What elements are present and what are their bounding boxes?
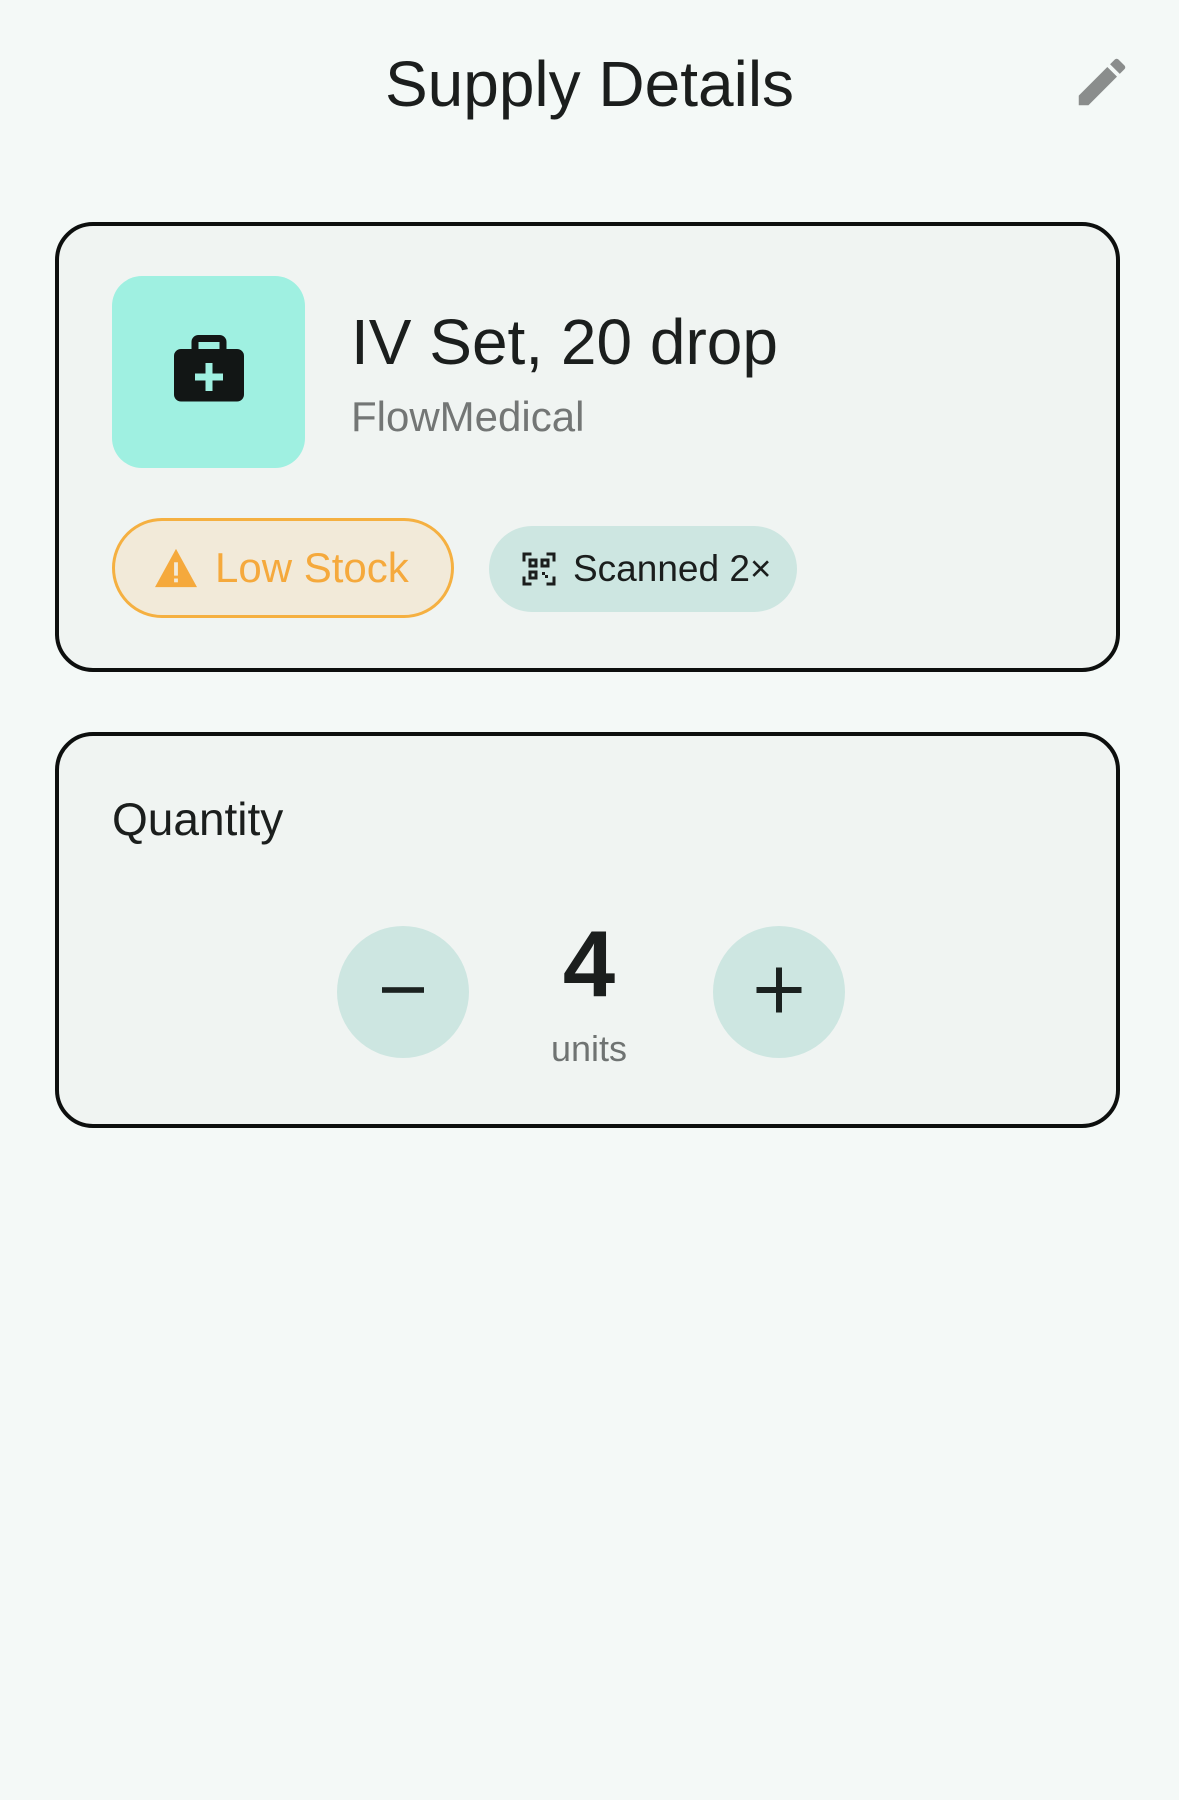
scanned-chip[interactable]: Scanned 2× xyxy=(489,526,797,612)
low-stock-chip[interactable]: Low Stock xyxy=(112,518,454,618)
quantity-unit: units xyxy=(550,1028,628,1069)
minus-icon xyxy=(375,962,431,1023)
qr-code-icon xyxy=(521,551,557,587)
item-brand: FlowMedical xyxy=(351,393,585,440)
top-app-bar: Supply Details xyxy=(0,0,1179,170)
warning-icon xyxy=(153,547,199,589)
decrement-button[interactable] xyxy=(337,926,469,1058)
low-stock-label: Low Stock xyxy=(215,544,409,591)
quantity-label: Quantity xyxy=(112,793,284,845)
increment-button[interactable] xyxy=(713,926,845,1058)
quantity-value: 4 xyxy=(562,911,616,1016)
medical-bag-icon xyxy=(167,328,251,417)
item-card: IV Set, 20 drop FlowMedical Low Stock Sc… xyxy=(55,222,1120,672)
item-icon-tile xyxy=(112,276,305,468)
scanned-label: Scanned 2× xyxy=(573,548,772,589)
page-title: Supply Details xyxy=(384,48,795,120)
item-name: IV Set, 20 drop xyxy=(351,306,778,378)
pencil-icon xyxy=(1071,51,1133,118)
quantity-card: Quantity 4 units xyxy=(55,732,1120,1128)
plus-icon xyxy=(749,960,809,1025)
edit-button[interactable] xyxy=(1066,48,1138,120)
